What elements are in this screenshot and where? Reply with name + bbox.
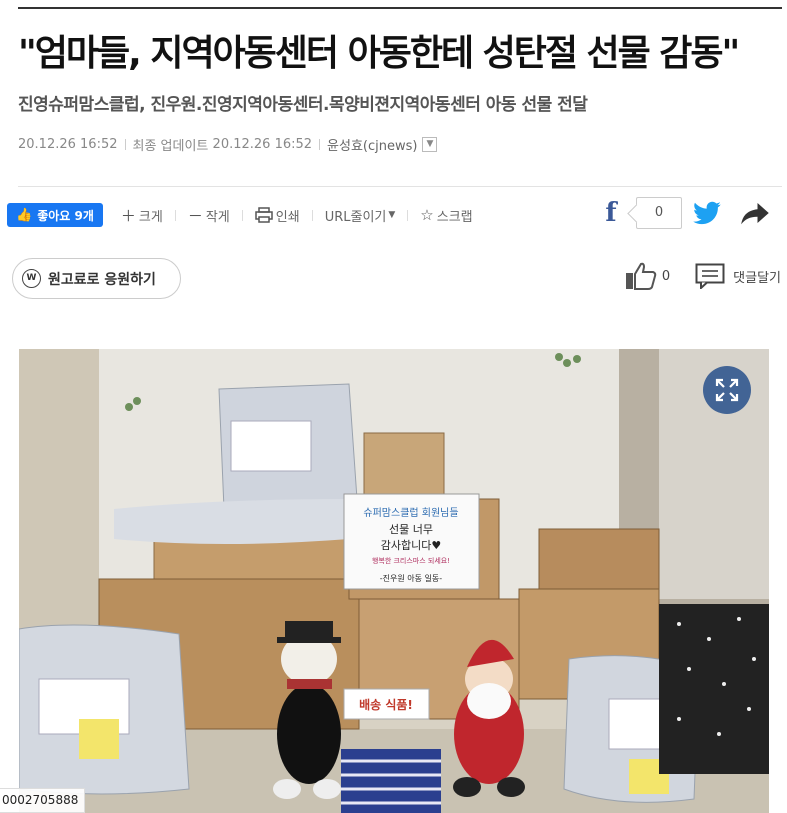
article-headline: "엄마들, 지역아동센터 아동한테 성탄절 선물 감동" — [18, 33, 740, 74]
like-button-label: 좋아요 9개 — [37, 208, 94, 223]
thumbs-up-icon[interactable] — [625, 261, 657, 291]
print-label: 인쇄 — [275, 209, 300, 225]
font-larger-button[interactable]: ＋ 크게 — [121, 205, 163, 226]
share-icon[interactable] — [740, 198, 770, 228]
article-meta: 20.12.26 16:52 최종 업데이트 20.12.26 16:52 윤성… — [18, 135, 438, 154]
shorten-url-label: URL줄이기 — [324, 209, 387, 225]
divider — [311, 209, 313, 221]
sign-line-1: 슈퍼맘스클럽 회원님들 — [363, 507, 458, 519]
article-toolbar: 👍 좋아요 9개 ＋ 크게 － 작게 인쇄 URL줄이기 ▼ ☆ 스크랩 — [7, 201, 473, 229]
article-subhead: 진영슈퍼맘스클럽, 진우원.진영지역아동센터.목양비젼지역아동센터 아동 선물 … — [18, 95, 588, 115]
sign-line-4: 행복한 크리스마스 되세요! — [372, 556, 450, 565]
divider — [124, 139, 126, 150]
published-time: 20.12.26 16:52 — [18, 137, 118, 152]
chevron-down-icon[interactable]: ▼ — [422, 137, 438, 152]
expand-photo-button[interactable] — [703, 366, 751, 414]
divider — [241, 209, 243, 221]
facebook-like-button[interactable]: 👍 좋아요 9개 — [7, 203, 103, 227]
divider — [18, 186, 782, 187]
facebook-icon[interactable]: f — [600, 198, 622, 228]
thumbs-up-icon: 👍 — [16, 207, 33, 223]
photo-id-tag: 0002705888 — [0, 788, 86, 813]
divider — [407, 209, 409, 221]
share-count: 0 — [636, 197, 682, 229]
sign-line-2: 선물 너무 — [389, 523, 433, 536]
font-larger-label: 크게 — [138, 209, 163, 225]
top-rule — [18, 7, 782, 9]
article-photo: 슈퍼맘스클럽 회원님들 선물 너무 감사합니다♥ 행복한 크리스마스 되세요! … — [19, 349, 769, 813]
scrap-button[interactable]: ☆ 스크랩 — [420, 206, 472, 225]
box-label: 배송 식품! — [359, 697, 413, 712]
printer-icon — [255, 207, 273, 223]
updated-label: 최종 업데이트 — [132, 139, 209, 154]
reactions-bar: 0 댓글달기 — [625, 261, 781, 291]
shorten-url-button[interactable]: URL줄이기 ▼ — [325, 206, 396, 225]
updated-time: 20.12.26 16:52 — [212, 137, 313, 152]
font-smaller-button[interactable]: － 작게 — [188, 205, 230, 226]
support-donation-button[interactable]: W 원고료로 응원하기 — [12, 258, 181, 299]
scrap-label: 스크랩 — [436, 209, 473, 225]
chevron-down-icon: ▼ — [388, 210, 396, 220]
print-button[interactable]: 인쇄 — [255, 206, 300, 225]
plus-icon: ＋ — [120, 206, 136, 225]
coin-icon: W — [22, 269, 41, 288]
author-name[interactable]: 윤성효(cjnews) — [327, 135, 417, 154]
font-smaller-label: 작게 — [205, 209, 230, 225]
comment-icon[interactable] — [695, 263, 725, 289]
sign-line-3: 감사합니다♥ — [381, 539, 441, 552]
support-label: 원고료로 응원하기 — [48, 271, 156, 288]
twitter-icon[interactable] — [692, 198, 722, 228]
social-share: f 0 — [600, 197, 770, 229]
star-icon: ☆ — [420, 206, 434, 224]
expand-icon — [715, 378, 739, 402]
gift-parcels-illustration: 슈퍼맘스클럽 회원님들 선물 너무 감사합니다♥ 행복한 크리스마스 되세요! … — [19, 349, 769, 813]
comment-label[interactable]: 댓글달기 — [733, 267, 781, 286]
minus-icon: － — [187, 206, 203, 225]
divider — [319, 139, 321, 150]
like-count: 0 — [661, 268, 671, 284]
sign-line-5: -진우원 아동 일동- — [380, 573, 442, 583]
divider — [174, 209, 176, 221]
